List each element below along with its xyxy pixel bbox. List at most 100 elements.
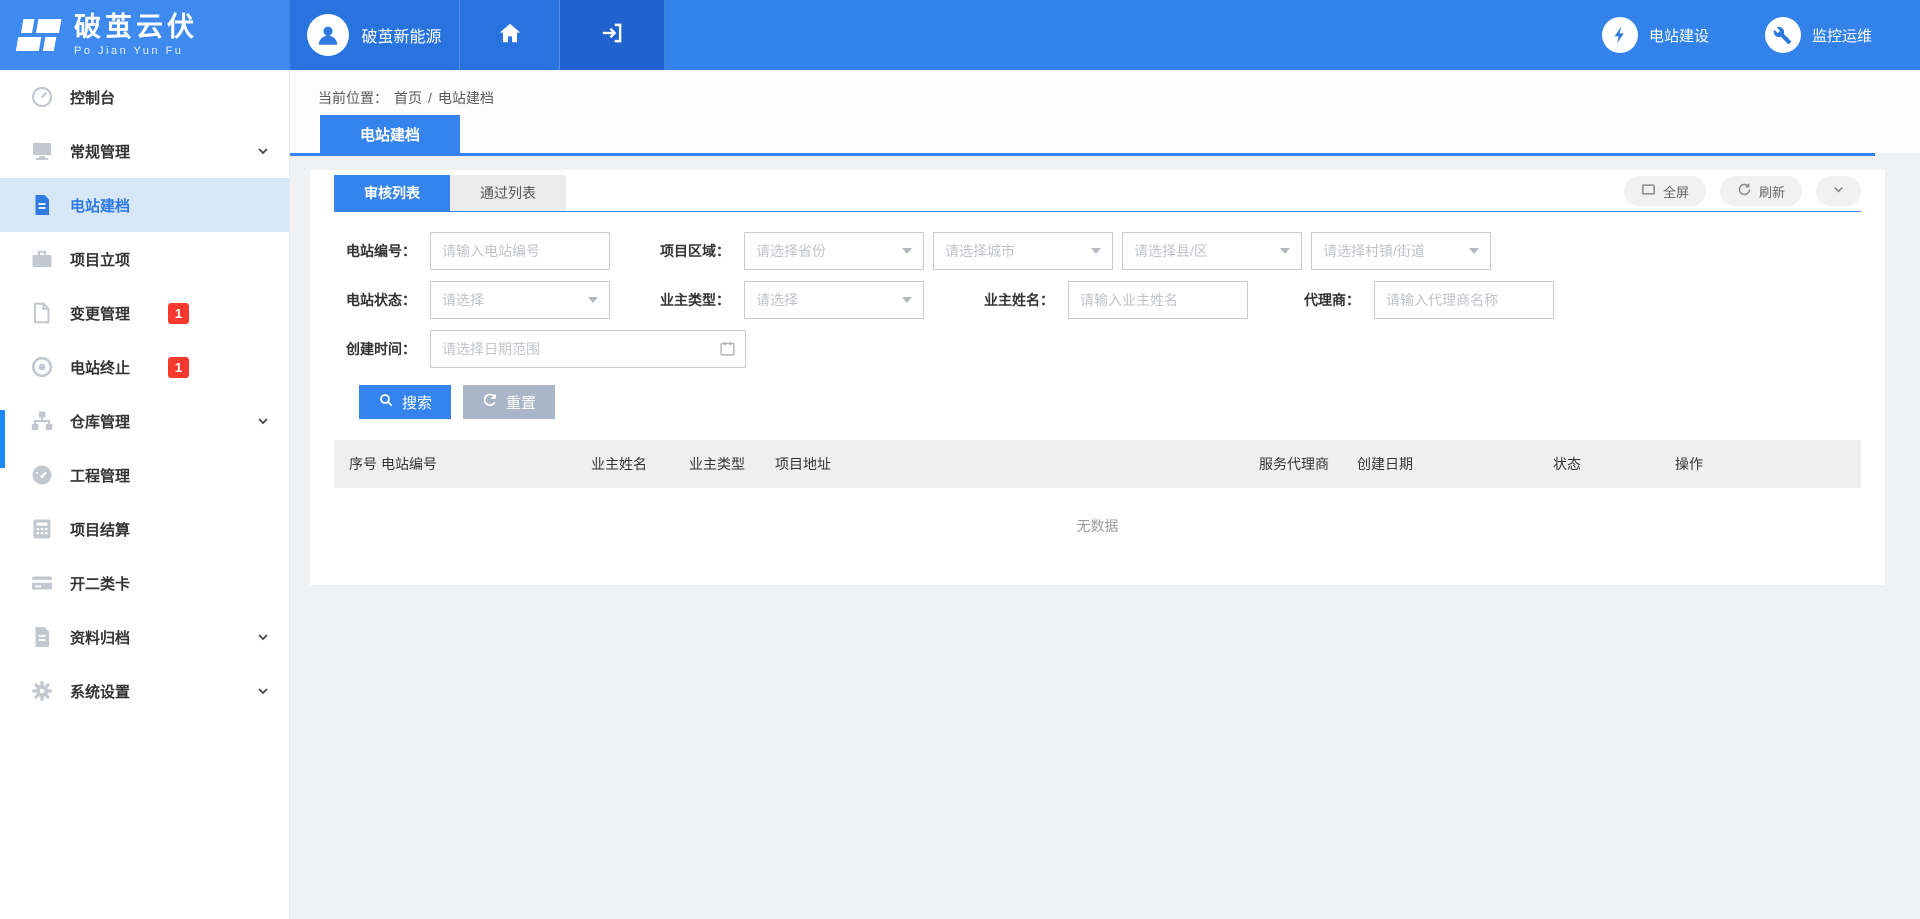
sidebar-item-system-settings[interactable]: 系统设置 [0,664,289,718]
city-select[interactable]: 请选择城市 [933,232,1113,270]
logo-subtitle: Po Jian Yun Fu [74,45,198,57]
caret-down-icon [902,297,912,303]
date-range-input[interactable] [430,330,746,368]
chevron-down-icon [255,683,271,699]
breadcrumb-home-link[interactable]: 首页 [394,88,422,108]
logout-button[interactable] [560,0,665,70]
home-button[interactable] [460,0,560,70]
station-code-input[interactable] [430,232,610,270]
refresh-label: 刷新 [1759,182,1785,201]
col-status: 状态 [1553,454,1675,474]
sidebar-item-change-mgmt[interactable]: 变更管理 1 [0,286,289,340]
nav-station-construction[interactable]: 电站建设 [1602,17,1709,53]
sidebar-item-console[interactable]: 控制台 [0,70,289,124]
sidebar-item-label: 电站终止 [70,357,130,378]
caret-down-icon [1091,248,1101,254]
col-service-agent: 服务代理商 [1259,454,1357,474]
collapse-button[interactable] [1816,176,1861,206]
bank-card-icon [30,571,54,595]
refresh-button[interactable]: 刷新 [1720,176,1802,206]
caret-down-icon [1469,248,1479,254]
sidebar-item-label: 仓库管理 [70,411,130,432]
village-select[interactable]: 请选择村镇/街道 [1311,232,1491,270]
sidebar-item-warehouse-mgmt[interactable]: 仓库管理 [0,394,289,448]
fullscreen-button[interactable]: 全屏 [1624,176,1706,206]
panel: 审核列表 通过列表 全屏 刷新 [310,170,1885,585]
sidebar-item-engineering-mgmt[interactable]: 工程管理 [0,448,289,502]
sidebar-item-label: 变更管理 [70,303,130,324]
sidebar-item-station-filing[interactable]: 电站建档 [0,178,289,232]
reset-button[interactable]: 重置 [463,385,555,419]
col-owner-type: 业主类型 [689,454,775,474]
sidebar-item-label: 资料归档 [70,627,130,648]
lightning-icon [1602,17,1638,53]
col-actions: 操作 [1675,454,1775,474]
current-user[interactable]: 破茧新能源 [290,0,460,70]
owner-name-label: 业主姓名： [958,290,1054,310]
col-owner-name: 业主姓名 [591,454,689,474]
calculator-icon [30,517,54,541]
logout-icon [599,20,625,51]
breadcrumb-current: 电站建档 [438,88,494,108]
caret-down-icon [902,248,912,254]
main-region: 审核列表 通过列表 全屏 刷新 [290,156,1920,919]
dashboard-icon [30,85,54,109]
refresh-icon [1737,182,1752,200]
table-header-row: 序号 电站编号 业主姓名 业主类型 项目地址 服务代理商 创建日期 状态 操作 [334,440,1861,488]
county-select[interactable]: 请选择县/区 [1122,232,1302,270]
city-select-placeholder: 请选择城市 [945,241,1015,261]
col-project-address: 项目地址 [775,454,1259,474]
monitor-icon [30,139,54,163]
nav-monitoring-ops-label: 监控运维 [1812,25,1872,46]
filter-form: 电站编号： 项目区域： 请选择省份 请选择城市 请选择县/区 [334,212,1861,368]
page-tab-station-filing[interactable]: 电站建档 [320,115,460,153]
home-icon [497,20,523,51]
sidebar-item-label: 电站建档 [70,195,130,216]
search-button[interactable]: 搜索 [359,385,451,419]
briefcase-icon [30,247,54,271]
content-area: 当前位置： 首页 / 电站建档 电站建档 审核列表 通过列表 全屏 [290,70,1920,919]
station-code-label: 电站编号： [334,241,416,261]
owner-name-input[interactable] [1068,281,1248,319]
tab-passed-list[interactable]: 通过列表 [450,175,566,211]
station-status-select[interactable]: 请选择 [430,281,610,319]
search-button-label: 搜索 [402,392,432,413]
sidebar-item-label: 工程管理 [70,465,130,486]
sidebar-item-general-mgmt[interactable]: 常规管理 [0,124,289,178]
tab-review-list[interactable]: 审核列表 [334,175,450,211]
sidebar-scrollbar-thumb[interactable] [0,410,5,468]
topbar: 当前位置： 首页 / 电站建档 电站建档 [290,70,1920,153]
sidebar-item-data-archive[interactable]: 资料归档 [0,610,289,664]
gear-icon [30,679,54,703]
avatar [307,14,349,56]
header-spacer [665,0,1602,70]
sidebar-item-label: 项目立项 [70,249,130,270]
sidebar: 控制台 常规管理 电站建档 项目立项 变更管理 1 电站终止 1 [0,70,290,919]
terminate-icon [30,355,54,379]
results-table: 序号 电站编号 业主姓名 业主类型 项目地址 服务代理商 创建日期 状态 操作 … [334,440,1861,564]
sidebar-item-project-initiation[interactable]: 项目立项 [0,232,289,286]
search-icon [378,392,394,412]
chevron-down-icon [255,413,271,429]
agent-label: 代理商： [1282,290,1360,310]
fullscreen-label: 全屏 [1663,182,1689,201]
gauge-icon [30,463,54,487]
nav-monitoring-ops[interactable]: 监控运维 [1765,17,1872,53]
owner-type-placeholder: 请选择 [756,290,798,310]
empty-state: 无数据 [334,488,1861,564]
province-select[interactable]: 请选择省份 [744,232,924,270]
owner-type-select[interactable]: 请选择 [744,281,924,319]
agent-input[interactable] [1374,281,1554,319]
panel-tabs: 审核列表 通过列表 [334,175,566,211]
chevron-down-icon [255,143,271,159]
col-create-date: 创建日期 [1357,454,1553,474]
sidebar-item-open-card[interactable]: 开二类卡 [0,556,289,610]
caret-down-icon [588,297,598,303]
sidebar-item-station-termination[interactable]: 电站终止 1 [0,340,289,394]
document-icon [30,193,54,217]
calendar-icon [719,340,736,362]
province-select-placeholder: 请选择省份 [756,241,826,261]
sidebar-item-project-settlement[interactable]: 项目结算 [0,502,289,556]
sidebar-item-label: 控制台 [70,87,115,108]
county-select-placeholder: 请选择县/区 [1134,241,1208,261]
